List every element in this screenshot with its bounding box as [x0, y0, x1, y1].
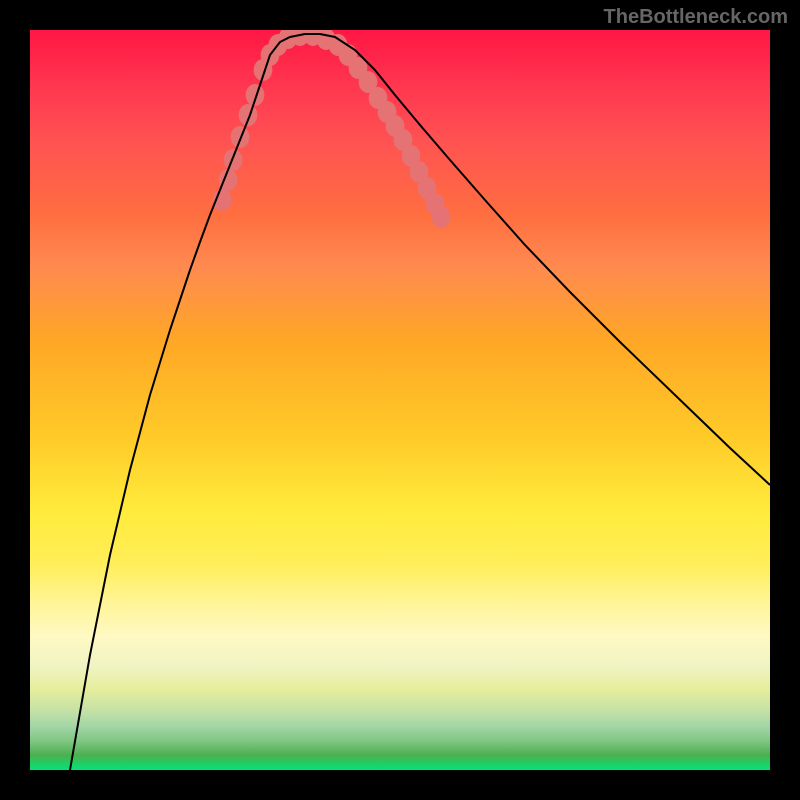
chart-gradient-area: [30, 30, 770, 770]
watermark-text: TheBottleneck.com: [604, 6, 788, 29]
